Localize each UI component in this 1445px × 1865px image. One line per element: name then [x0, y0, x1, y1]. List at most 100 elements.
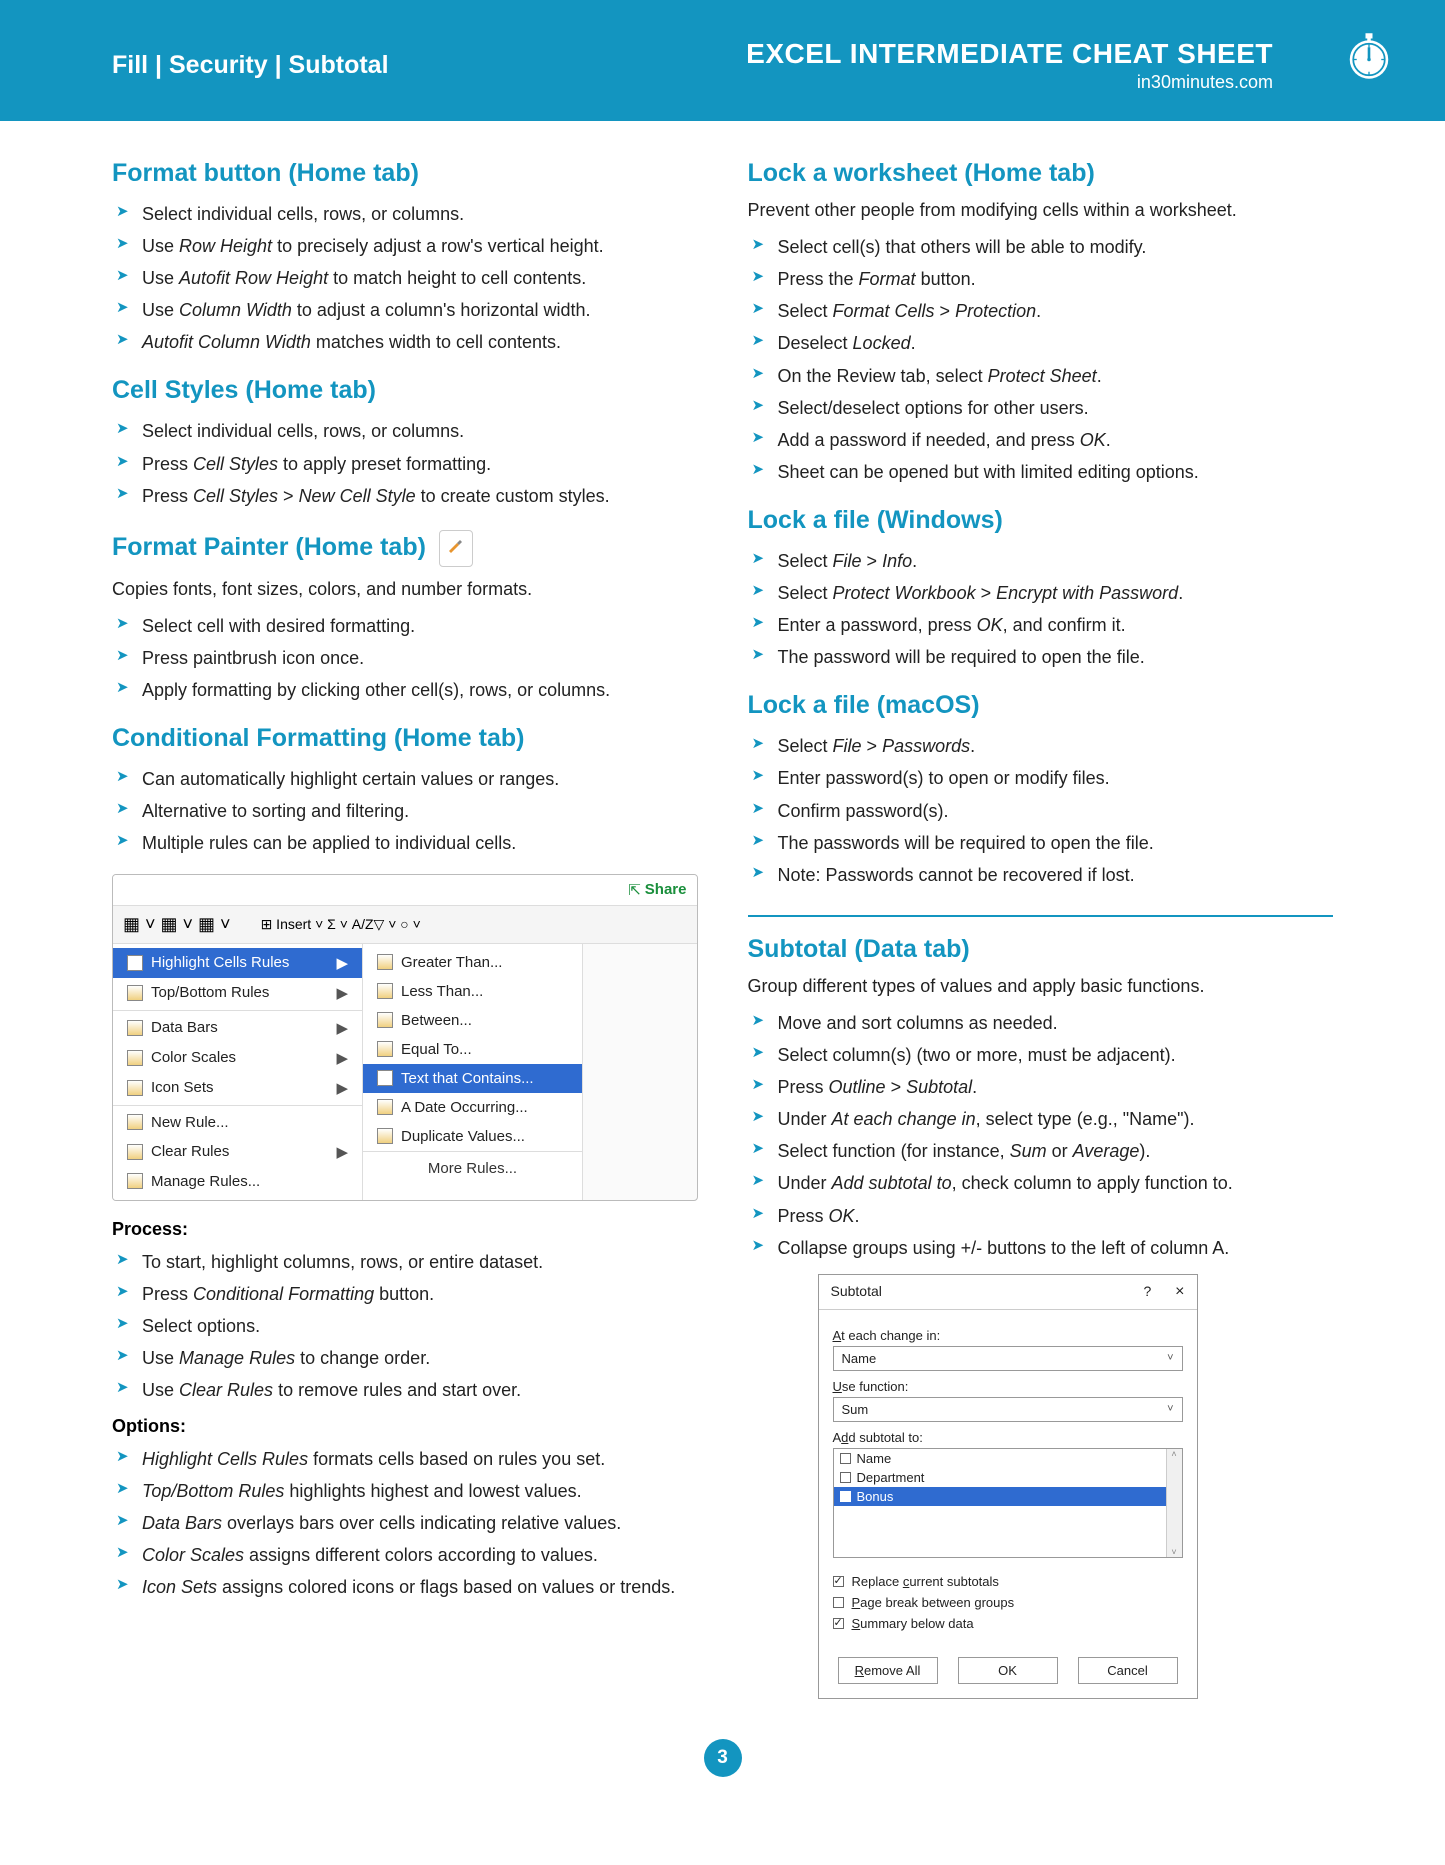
- submenu-between[interactable]: Between...: [363, 1006, 582, 1035]
- at-each-change-label: At each change in:: [833, 1328, 1183, 1343]
- breadcrumb: Fill | Security | Subtotal: [112, 51, 389, 80]
- list-item: Can automatically highlight certain valu…: [112, 763, 698, 795]
- share-button[interactable]: Share: [645, 881, 687, 899]
- summary-below-checkbox[interactable]: Summary below data: [833, 1616, 1183, 1631]
- cancel-button[interactable]: Cancel: [1078, 1657, 1178, 1684]
- list-item: Select Protect Workbook > Encrypt with P…: [748, 577, 1334, 609]
- list-item: Press Outline > Subtotal.: [748, 1071, 1334, 1103]
- list-item: Collapse groups using +/- buttons to the…: [748, 1232, 1334, 1264]
- format-button-list: Select individual cells, rows, or column…: [112, 198, 698, 358]
- add-subtotal-to-label: Add subtotal to:: [833, 1430, 1183, 1445]
- list-item: On the Review tab, select Protect Sheet.: [748, 360, 1334, 392]
- list-item: Data Bars overlays bars over cells indic…: [112, 1507, 698, 1539]
- conditional-formatting-screenshot: ⇱ Share ▦ ˅ ▦ ˅ ▦ ˅ ⊞ Insert ˅ Σ ˅ A/Z▽ …: [112, 874, 698, 1201]
- menu-manage-rules[interactable]: Manage Rules...: [113, 1167, 362, 1196]
- list-item: Add a password if needed, and press OK.: [748, 424, 1334, 456]
- menu-clear-rules[interactable]: Clear Rules▶: [113, 1137, 362, 1167]
- lock-file-windows-list: Select File > Info.Select Protect Workbo…: [748, 545, 1334, 673]
- section-subtotal: Subtotal (Data tab): [748, 935, 1334, 964]
- ok-button[interactable]: OK: [958, 1657, 1058, 1684]
- cells-group-icon[interactable]: ▦ ˅ ▦ ˅ ▦ ˅: [123, 914, 231, 935]
- section-lock-worksheet: Lock a worksheet (Home tab): [748, 159, 1334, 188]
- use-function-select[interactable]: Sum˅: [833, 1397, 1183, 1422]
- submenu-duplicate-values[interactable]: Duplicate Values...: [363, 1122, 582, 1151]
- subtotal-intro: Group different types of values and appl…: [748, 974, 1334, 999]
- submenu-more-rules[interactable]: More Rules...: [363, 1151, 582, 1185]
- cf-sub-menu: Greater Than... Less Than... Between... …: [363, 944, 583, 1200]
- submenu-text-contains[interactable]: Text that Contains...: [363, 1064, 582, 1093]
- section-cell-styles: Cell Styles (Home tab): [112, 376, 698, 405]
- section-conditional-formatting: Conditional Formatting (Home tab): [112, 724, 698, 753]
- at-each-change-select[interactable]: Name˅: [833, 1346, 1183, 1371]
- page-break-checkbox[interactable]: Page break between groups: [833, 1595, 1183, 1610]
- list-item: Under At each change in, select type (e.…: [748, 1103, 1334, 1135]
- list-item: Icon Sets assigns colored icons or flags…: [112, 1571, 698, 1603]
- ribbon-row: ▦ ˅ ▦ ˅ ▦ ˅ ⊞ Insert ˅ Σ ˅ A/Z▽ ˅ ○ ˅: [113, 906, 697, 944]
- list-item: Select cell(s) that others will be able …: [748, 231, 1334, 263]
- header-right: EXCEL INTERMEDIATE CHEAT SHEET in30minut…: [746, 38, 1273, 93]
- section-divider: [748, 915, 1334, 917]
- process-list: To start, highlight columns, rows, or en…: [112, 1246, 698, 1406]
- menu-data-bars[interactable]: Data Bars▶: [113, 1013, 362, 1043]
- section-lock-file-macos: Lock a file (macOS): [748, 691, 1334, 720]
- conditional-formatting-list: Can automatically highlight certain valu…: [112, 763, 698, 859]
- menu-new-rule[interactable]: New Rule...: [113, 1108, 362, 1137]
- cell-styles-list: Select individual cells, rows, or column…: [112, 415, 698, 511]
- list-item-department[interactable]: Department: [834, 1468, 1182, 1487]
- list-item: Use Row Height to precisely adjust a row…: [112, 230, 698, 262]
- menu-top-bottom-rules[interactable]: Top/Bottom Rules▶: [113, 978, 362, 1008]
- dialog-help-icon[interactable]: ?: [1143, 1283, 1151, 1299]
- share-icon[interactable]: ⇱: [628, 881, 641, 899]
- submenu-date-occurring[interactable]: A Date Occurring...: [363, 1093, 582, 1122]
- section-lock-file-windows: Lock a file (Windows): [748, 506, 1334, 535]
- list-item: Select File > Passwords.: [748, 730, 1334, 762]
- options-list: Highlight Cells Rules formats cells base…: [112, 1443, 698, 1603]
- list-item: Select/deselect options for other users.: [748, 392, 1334, 424]
- list-item-name[interactable]: Name: [834, 1449, 1182, 1468]
- format-painter-intro: Copies fonts, font sizes, colors, and nu…: [112, 577, 698, 602]
- list-item: Enter password(s) to open or modify file…: [748, 762, 1334, 794]
- subtotal-dialog: Subtotal ? × At each change in: Name˅ Us…: [818, 1274, 1198, 1699]
- list-item: Press OK.: [748, 1200, 1334, 1232]
- list-item: Select individual cells, rows, or column…: [112, 198, 698, 230]
- menu-highlight-cells-rules[interactable]: Highlight Cells Rules▶: [113, 948, 362, 978]
- list-item: Deselect Locked.: [748, 327, 1334, 359]
- list-scrollbar[interactable]: ˄˅: [1166, 1449, 1182, 1557]
- list-item: Press Cell Styles > New Cell Style to cr…: [112, 480, 698, 512]
- remove-all-button[interactable]: Remove All: [838, 1657, 938, 1684]
- doc-subtitle: in30minutes.com: [746, 72, 1273, 93]
- chevron-down-icon: ˅: [1167, 1403, 1173, 1415]
- list-item: Press the Format button.: [748, 263, 1334, 295]
- list-item: Press Cell Styles to apply preset format…: [112, 448, 698, 480]
- list-item-bonus[interactable]: Bonus: [834, 1487, 1182, 1506]
- list-item: Press Conditional Formatting button.: [112, 1278, 698, 1310]
- list-item: Autofit Column Width matches width to ce…: [112, 326, 698, 358]
- list-item: Use Clear Rules to remove rules and star…: [112, 1374, 698, 1406]
- paintbrush-icon: [439, 530, 473, 567]
- menu-color-scales[interactable]: Color Scales▶: [113, 1043, 362, 1073]
- format-painter-list: Select cell with desired formatting.Pres…: [112, 610, 698, 706]
- list-item: Top/Bottom Rules highlights highest and …: [112, 1475, 698, 1507]
- process-label: Process:: [112, 1219, 698, 1240]
- submenu-less-than[interactable]: Less Than...: [363, 977, 582, 1006]
- list-item: Alternative to sorting and filtering.: [112, 795, 698, 827]
- list-item: Use Column Width to adjust a column's ho…: [112, 294, 698, 326]
- dialog-close-icon[interactable]: ×: [1175, 1283, 1184, 1300]
- subtotal-list: Move and sort columns as needed.Select c…: [748, 1007, 1334, 1264]
- page-header: Fill | Security | Subtotal EXCEL INTERME…: [0, 0, 1445, 121]
- submenu-equal-to[interactable]: Equal To...: [363, 1035, 582, 1064]
- list-item: Confirm password(s).: [748, 795, 1334, 827]
- add-subtotal-to-list[interactable]: Name Department Bonus ˄˅: [833, 1448, 1183, 1558]
- list-item: Under Add subtotal to, check column to a…: [748, 1167, 1334, 1199]
- list-item: Enter a password, press OK, and confirm …: [748, 609, 1334, 641]
- dialog-title-text: Subtotal: [831, 1283, 882, 1301]
- right-column: Lock a worksheet (Home tab) Prevent othe…: [748, 159, 1334, 1699]
- replace-subtotals-checkbox[interactable]: Replace current subtotals: [833, 1574, 1183, 1589]
- insert-delete-group[interactable]: ⊞ Insert ˅ Σ ˅ A/Z▽ ˅ ○ ˅: [261, 915, 421, 933]
- submenu-greater-than[interactable]: Greater Than...: [363, 948, 582, 977]
- options-label: Options:: [112, 1416, 698, 1437]
- section-format-button: Format button (Home tab): [112, 159, 698, 188]
- content-area: Format button (Home tab) Select individu…: [0, 121, 1445, 1719]
- list-item: To start, highlight columns, rows, or en…: [112, 1246, 698, 1278]
- menu-icon-sets[interactable]: Icon Sets▶: [113, 1073, 362, 1103]
